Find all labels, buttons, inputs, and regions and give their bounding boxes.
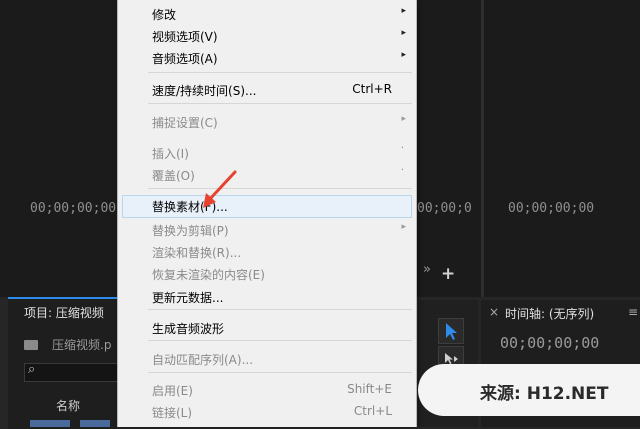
menu-dot-icon: ·: [400, 143, 404, 154]
forward-icon[interactable]: »: [423, 262, 431, 277]
menu-item-label: 更新元数据...: [152, 291, 224, 305]
project-file-name: 压缩视频.p: [52, 338, 112, 352]
menu-item-label: 速度/持续时间(S)...: [152, 84, 257, 98]
submenu-arrow-icon: ▸: [401, 28, 406, 38]
project-panel-title[interactable]: 项目: 压缩视频: [24, 304, 104, 321]
menu-item[interactable]: 渲染和替换(R)...: [152, 242, 406, 262]
right-timecode[interactable]: 00;00;00;00: [508, 201, 594, 216]
add-icon[interactable]: +: [441, 264, 455, 284]
menu-item[interactable]: 捕捉设置(C) ▸: [152, 112, 406, 132]
menu-item-label: 捕捉设置(C): [152, 116, 218, 130]
red-pointer-arrow: [203, 170, 237, 208]
submenu-arrow-icon: ▸: [401, 222, 406, 232]
source-monitor: [0, 0, 117, 297]
project-search-input[interactable]: [24, 363, 119, 382]
menu-item-label: 覆盖(O): [152, 169, 195, 183]
menu-item-label: 插入(I): [152, 147, 189, 161]
menu-item[interactable]: 更新元数据...: [152, 287, 406, 307]
menu-item-label: 替换为剪辑(P): [152, 224, 229, 238]
menu-separator: [148, 188, 412, 189]
menu-separator: [148, 72, 412, 73]
menu-separator: [148, 309, 412, 310]
menu-item-label: 生成音频波形: [152, 322, 225, 336]
menu-item[interactable]: 插入(I) ·: [152, 143, 406, 163]
menu-item[interactable]: 替换素材(F)...: [152, 196, 406, 216]
search-icon: ⌕: [28, 362, 36, 377]
selection-tool-button[interactable]: [438, 318, 464, 344]
submenu-arrow-icon: ▸: [401, 114, 406, 124]
right-monitor: [484, 0, 640, 297]
menu-item-label: 渲染和替换(R)...: [152, 246, 242, 260]
program-timecode[interactable]: 00;00;0: [417, 201, 472, 216]
menu-item[interactable]: 速度/持续时间(S)... Ctrl+R: [152, 80, 406, 100]
menu-item-label: 音频选项(A): [152, 52, 218, 66]
menu-separator: [148, 340, 412, 341]
menu-separator: [148, 372, 412, 373]
menu-item[interactable]: 修改 ▸: [152, 4, 406, 24]
menu-item-shortcut: Ctrl+L: [353, 404, 392, 418]
menu-item-shortcut: Ctrl+R: [352, 82, 392, 96]
timeline-menu-icon[interactable]: ≡: [628, 305, 638, 319]
program-monitor: [415, 0, 481, 297]
menu-item[interactable]: 视频选项(V) ▸: [152, 26, 406, 46]
menu-separator: [148, 103, 412, 104]
menu-item-label: 修改: [152, 8, 177, 22]
clip-thumbnail[interactable]: [30, 420, 70, 427]
clip-thumbnail[interactable]: [80, 420, 110, 427]
menu-item[interactable]: 替换为剪辑(P) ▸: [152, 220, 406, 240]
menu-item[interactable]: 音频选项(A) ▸: [152, 48, 406, 68]
menu-item-label: 恢复未渲染的内容(E): [152, 268, 265, 282]
column-header-name[interactable]: 名称: [56, 397, 80, 414]
menu-item-label: 视频选项(V): [152, 30, 218, 44]
menu-item-shortcut: Shift+E: [347, 382, 392, 396]
watermark-badge: 来源: H12.NET: [418, 364, 640, 416]
menu-item-label: 自动匹配序列(A)...: [152, 353, 254, 367]
menu-item[interactable]: 生成音频波形: [152, 318, 406, 338]
timeline-timecode[interactable]: 00;00;00;00: [500, 334, 599, 352]
menu-item[interactable]: 链接(L) Ctrl+L: [152, 402, 406, 422]
selection-arrow-icon: [446, 323, 457, 340]
menu-item-label: 启用(E): [152, 384, 193, 398]
menu-item[interactable]: 覆盖(O) ·: [152, 165, 406, 185]
watermark-text: 来源: H12.NET: [480, 384, 609, 404]
menu-item[interactable]: 启用(E) Shift+E: [152, 380, 406, 400]
context-menu: 修改 ▸ 视频选项(V) ▸ 音频选项(A) ▸ 速度/持续时间(S)... Ctrl+R 捕捉…: [117, 0, 417, 427]
submenu-arrow-icon: ▸: [401, 6, 406, 16]
timeline-panel-title[interactable]: 时间轴: (无序列): [505, 305, 594, 322]
menu-dot-icon: ·: [400, 165, 404, 176]
menu-item[interactable]: 恢复未渲染的内容(E): [152, 264, 406, 284]
submenu-arrow-icon: ▸: [401, 50, 406, 60]
timeline-close-icon[interactable]: ×: [489, 305, 499, 319]
folder-icon: [24, 340, 38, 350]
menu-item-label: 链接(L): [152, 406, 193, 420]
source-timecode[interactable]: 00;00;00;00: [30, 201, 116, 216]
menu-item[interactable]: 自动匹配序列(A)...: [152, 349, 406, 369]
